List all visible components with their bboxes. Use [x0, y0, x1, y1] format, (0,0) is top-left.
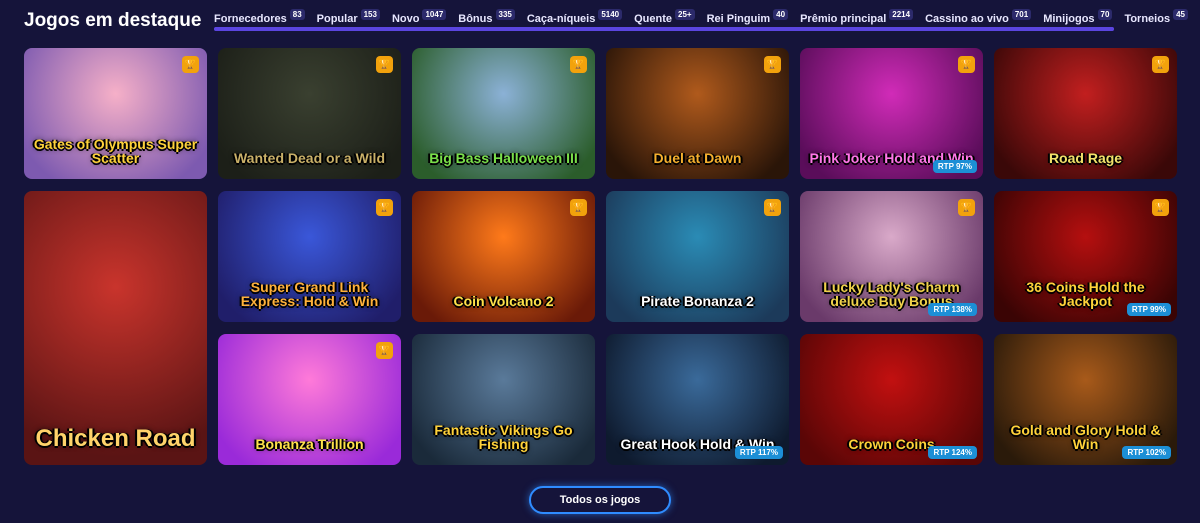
category-tab-label: Bônus [458, 13, 493, 25]
rtp-badge: RTP 124% [928, 446, 977, 459]
game-thumbnail [24, 191, 207, 465]
rtp-badge: RTP 99% [1126, 303, 1171, 316]
category-count-badge: 701 [1011, 9, 1032, 20]
trophy-icon: 🏆 [1152, 199, 1169, 216]
game-title: Fantastic Vikings Go Fishing [434, 422, 573, 452]
category-count-badge: 83 [289, 9, 305, 20]
trophy-icon: 🏆 [570, 199, 587, 216]
category-count-badge: 1047 [422, 9, 447, 20]
game-tile[interactable]: Coin Volcano 2 🏆 [412, 191, 595, 322]
game-title: Coin Volcano 2 [453, 293, 554, 309]
category-count-badge: 25+ [675, 9, 695, 20]
category-tab-label: Quente [634, 13, 673, 25]
game-tile[interactable]: Duel at Dawn 🏆 [606, 48, 789, 179]
category-count-badge: 2214 [889, 9, 914, 20]
game-tile[interactable]: 36 Coins Hold the Jackpot 🏆 RTP 99% [994, 191, 1177, 322]
game-tile[interactable]: Bonanza Trillion 🏆 [218, 334, 401, 465]
game-tile[interactable]: Gold and Glory Hold & Win RTP 102% [994, 334, 1177, 465]
game-title: Pirate Bonanza 2 [641, 293, 754, 309]
trophy-icon: 🏆 [570, 56, 587, 73]
category-tab[interactable]: Novo 1047 [391, 9, 447, 25]
category-count-badge: 45 [1173, 9, 1188, 20]
game-tile[interactable]: Chicken Road [24, 191, 207, 465]
category-scrollbar[interactable] [214, 27, 1114, 31]
category-tab[interactable]: Cassino ao vivo 701 [925, 9, 1032, 25]
game-title: Super Grand Link Express: Hold & Win [240, 279, 379, 309]
category-tab[interactable]: Torneios 45 [1124, 9, 1188, 25]
category-tab[interactable]: Bônus 335 [458, 9, 515, 25]
game-title: Bonanza Trillion [255, 436, 364, 452]
rtp-badge: RTP 102% [1122, 446, 1171, 459]
category-count-badge: 70 [1097, 9, 1113, 20]
games-grid: Gates of Olympus Super Scatter 🏆 Wanted De… [24, 48, 1177, 466]
rtp-badge: RTP 97% [932, 160, 977, 173]
category-count-badge: 40 [773, 9, 789, 20]
trophy-icon: 🏆 [182, 56, 199, 73]
game-tile[interactable]: Big Bass Halloween III 🏆 [412, 48, 595, 179]
category-tab[interactable]: Quente 25+ [634, 9, 695, 25]
trophy-icon: 🏆 [764, 199, 781, 216]
game-tile[interactable]: Super Grand Link Express: Hold & Win 🏆 [218, 191, 401, 322]
game-title: Duel at Dawn [653, 150, 742, 166]
category-tab[interactable]: Prêmio principal 2214 [800, 9, 914, 25]
trophy-icon: 🏆 [764, 56, 781, 73]
trophy-icon: 🏆 [376, 56, 393, 73]
trophy-icon: 🏆 [958, 56, 975, 73]
game-title: Wanted Dead or a Wild [233, 150, 386, 166]
category-tab-label: Prêmio principal [800, 13, 887, 25]
category-tab-label: Novo [391, 13, 420, 25]
category-tab-label: Cassino ao vivo [925, 13, 1009, 25]
game-tile[interactable]: Lucky Lady's Charm deluxe Buy Bonus 🏆 RTP … [800, 191, 983, 322]
game-tile[interactable]: Road Rage 🏆 [994, 48, 1177, 179]
game-tile[interactable]: Pink Joker Hold and Win 🏆 RTP 97% [800, 48, 983, 179]
category-tab-label: Minijogos [1043, 13, 1095, 25]
game-title: Big Bass Halloween III [429, 150, 578, 166]
game-title: Chicken Road [35, 425, 196, 452]
category-tab[interactable]: Fornecedores 83 [214, 9, 305, 25]
game-tile[interactable]: Crown Coins RTP 124% [800, 334, 983, 465]
game-tile[interactable]: Wanted Dead or a Wild 🏆 [218, 48, 401, 179]
category-tab-label: Torneios [1124, 13, 1171, 25]
game-tile[interactable]: Fantastic Vikings Go Fishing [412, 334, 595, 465]
trophy-icon: 🏆 [376, 199, 393, 216]
game-title: Road Rage [1048, 150, 1123, 166]
category-tab[interactable]: Popular 153 [317, 9, 380, 25]
category-count-badge: 5140 [598, 9, 623, 20]
trophy-icon: 🏆 [958, 199, 975, 216]
category-tab[interactable]: Caça-níqueis 5140 [526, 9, 623, 25]
game-tile[interactable]: Great Hook Hold & Win RTP 117% [606, 334, 789, 465]
all-games-button[interactable]: Todos os jogos [529, 486, 671, 514]
category-tab-label: Caça-níqueis [526, 13, 596, 25]
category-tab-label: Rei Pinguim [706, 13, 771, 25]
trophy-icon: 🏆 [1152, 56, 1169, 73]
category-tab-label: Popular [316, 13, 358, 25]
game-tile[interactable]: Pirate Bonanza 2 🏆 [606, 191, 789, 322]
category-count-badge: 335 [495, 9, 515, 20]
category-count-badge: 153 [360, 9, 380, 20]
section-title: Jogos em destaque [24, 10, 202, 31]
rtp-badge: RTP 117% [734, 446, 783, 459]
trophy-icon: 🏆 [376, 342, 393, 359]
category-tab[interactable]: Minijogos 70 [1043, 9, 1113, 25]
game-title: Gates of Olympus Super Scatter [33, 136, 198, 166]
category-tab-label: Fornecedores [214, 13, 287, 25]
category-tab[interactable]: Rei Pinguim 40 [706, 9, 789, 25]
game-tile[interactable]: Gates of Olympus Super Scatter 🏆 [24, 48, 207, 179]
rtp-badge: RTP 138% [928, 303, 977, 316]
